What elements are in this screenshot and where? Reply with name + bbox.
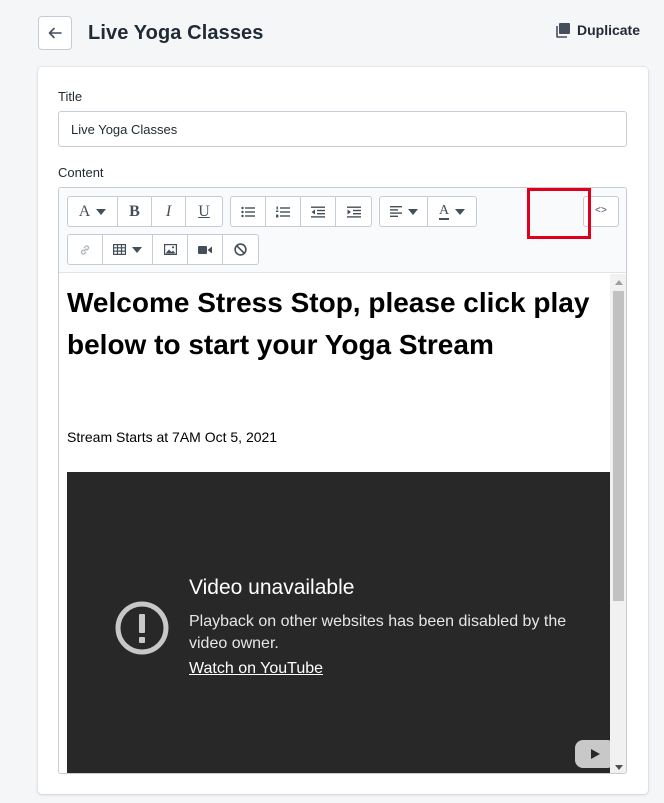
video-unavailable-title: Video unavailable [189, 576, 355, 599]
outdent-icon [311, 206, 325, 218]
font-glyph: A [78, 202, 91, 220]
back-button[interactable] [38, 16, 72, 50]
duplicate-label: Duplicate [576, 22, 640, 38]
page-header: Live Yoga Classes Duplicate [0, 0, 664, 66]
triangle-up-icon [614, 279, 623, 285]
chevron-down-icon [132, 246, 142, 253]
indent-icon [346, 206, 361, 218]
underline-button[interactable]: U [186, 197, 222, 226]
scroll-down-arrow[interactable] [610, 759, 626, 773]
scroll-up-arrow[interactable] [610, 274, 626, 290]
link-icon [80, 244, 90, 255]
bold-glyph: B [129, 202, 140, 220]
watch-on-youtube-link[interactable]: Watch on YouTube [189, 660, 323, 678]
video-unavailable-description: Playback on other websites has been disa… [189, 613, 567, 652]
youtube-play-button[interactable] [575, 740, 610, 768]
title-label: Title [58, 89, 83, 104]
code-view-button[interactable]: <> [583, 196, 619, 227]
table-dropdown[interactable] [103, 235, 153, 264]
duplicate-button[interactable]: Duplicate [555, 22, 640, 38]
content-heading: Welcome Stress Stop, please click play b… [67, 287, 590, 360]
outdent-button[interactable] [301, 197, 336, 226]
insert-group [67, 234, 259, 265]
clear-format-icon [234, 243, 247, 256]
bullet-list-button[interactable] [231, 197, 266, 226]
play-icon [591, 749, 600, 759]
table-icon [113, 244, 126, 255]
page-title: Live Yoga Classes [88, 22, 264, 44]
triangle-down-icon [614, 764, 623, 770]
underline-glyph: U [198, 202, 210, 220]
stream-start-text: Stream Starts at 7AM Oct 5, 2021 [67, 429, 278, 445]
embedded-video[interactable]: Video unavailable Playback on other webs… [67, 472, 610, 773]
bold-button[interactable]: B [118, 197, 152, 226]
back-arrow-icon [48, 27, 62, 39]
scrollbar-thumb[interactable] [613, 291, 624, 601]
align-color-group: A [379, 196, 477, 227]
align-left-icon [389, 206, 402, 217]
rich-text-editor: A B I U A <> Welcome Stress Stop, please… [58, 187, 627, 774]
video-button[interactable] [188, 235, 223, 264]
editor-content[interactable]: Welcome Stress Stop, please click play b… [59, 274, 610, 773]
italic-glyph: I [165, 202, 172, 220]
font-dropdown[interactable]: A [68, 197, 118, 226]
duplicate-icon [556, 23, 570, 38]
image-button[interactable] [153, 235, 188, 264]
editor-scrollbar[interactable] [610, 274, 626, 773]
numbered-list-button[interactable] [266, 197, 301, 226]
content-label: Content [58, 165, 104, 180]
editor-toolbar: A B I U A <> [59, 188, 626, 273]
clear-format-button[interactable] [223, 235, 258, 264]
text-color-dropdown[interactable]: A [428, 197, 476, 226]
align-dropdown[interactable] [380, 197, 428, 226]
chevron-down-icon [407, 208, 418, 215]
chevron-down-icon [96, 208, 107, 215]
text-color-glyph: A [438, 202, 450, 220]
link-button[interactable] [68, 235, 103, 264]
chevron-down-icon [455, 208, 466, 215]
italic-button[interactable]: I [152, 197, 186, 226]
bullet-list-icon [241, 206, 255, 217]
indent-button[interactable] [336, 197, 371, 226]
text-style-group: A B I U [67, 196, 223, 227]
image-icon [163, 244, 177, 255]
video-icon [198, 245, 212, 254]
title-input[interactable] [58, 111, 627, 147]
list-group [230, 196, 372, 227]
numbered-list-icon [276, 206, 290, 217]
page-card: Title Content A B I U [38, 67, 648, 794]
alert-icon [115, 601, 169, 655]
